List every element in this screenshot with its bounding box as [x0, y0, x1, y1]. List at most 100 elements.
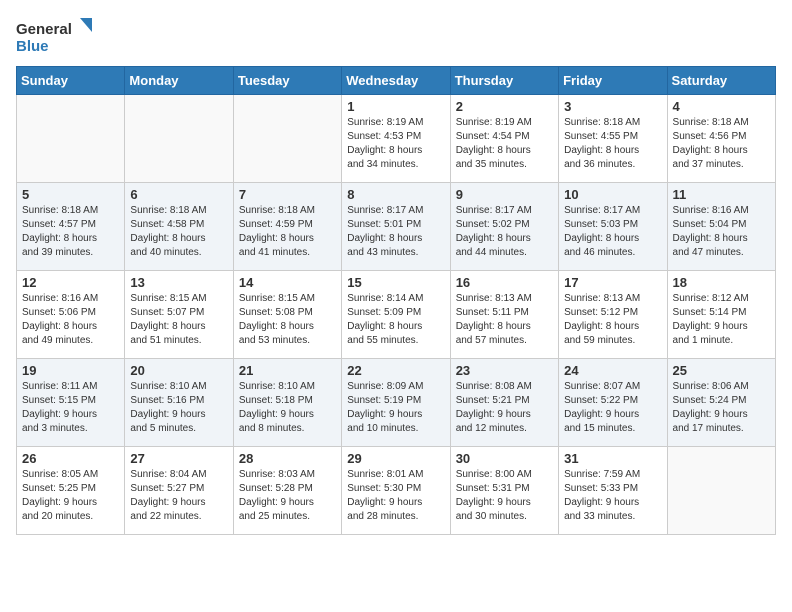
calendar-week-row: 26 Sunrise: 8:05 AM Sunset: 5:25 PM Dayli…	[17, 447, 776, 535]
calendar-cell	[125, 95, 233, 183]
day-number: 21	[239, 363, 336, 378]
calendar-cell: 5 Sunrise: 8:18 AM Sunset: 4:57 PM Daylig…	[17, 183, 125, 271]
day-number: 30	[456, 451, 553, 466]
weekday-header-friday: Friday	[559, 67, 667, 95]
day-info: Sunrise: 8:15 AM Sunset: 5:08 PM Dayligh…	[239, 292, 336, 348]
calendar-cell: 15 Sunrise: 8:14 AM Sunset: 5:09 PM Dayli…	[342, 271, 450, 359]
day-info: Sunrise: 8:18 AM Sunset: 4:57 PM Dayligh…	[22, 204, 119, 260]
calendar-cell: 13Sunrise: 8:15 AM Sunset: 5:07 PM Dayli…	[125, 271, 233, 359]
calendar-cell: 29 Sunrise: 8:01 AM Sunset: 5:30 PM Dayli…	[342, 447, 450, 535]
day-number: 25	[673, 363, 770, 378]
calendar-cell: 1Sunrise: 8:19 AM Sunset: 4:53 PM Daylig…	[342, 95, 450, 183]
day-info: Sunrise: 8:04 AM Sunset: 5:27 PM Dayligh…	[130, 468, 227, 524]
page-header: GeneralBlue	[16, 16, 776, 56]
calendar-week-row: 19 Sunrise: 8:11 AM Sunset: 5:15 PM Dayli…	[17, 359, 776, 447]
day-info: Sunrise: 8:06 AM Sunset: 5:24 PM Dayligh…	[673, 380, 770, 436]
day-info: Sunrise: 8:17 AM Sunset: 5:03 PM Dayligh…	[564, 204, 661, 260]
calendar-cell: 8 Sunrise: 8:17 AM Sunset: 5:01 PM Daylig…	[342, 183, 450, 271]
day-number: 11	[673, 187, 770, 202]
day-number: 9	[456, 187, 553, 202]
calendar-cell: 25 Sunrise: 8:06 AM Sunset: 5:24 PM Dayli…	[667, 359, 775, 447]
day-number: 3	[564, 99, 661, 114]
day-number: 26	[22, 451, 119, 466]
calendar-week-row: 12 Sunrise: 8:16 AM Sunset: 5:06 PM Dayli…	[17, 271, 776, 359]
day-info: Sunrise: 8:12 AM Sunset: 5:14 PM Dayligh…	[673, 292, 770, 348]
calendar-cell: 20Sunrise: 8:10 AM Sunset: 5:16 PM Dayli…	[125, 359, 233, 447]
calendar-cell: 4 Sunrise: 8:18 AM Sunset: 4:56 PM Daylig…	[667, 95, 775, 183]
calendar-cell: 11 Sunrise: 8:16 AM Sunset: 5:04 PM Dayli…	[667, 183, 775, 271]
weekday-header-row: SundayMondayTuesdayWednesdayThursdayFrid…	[17, 67, 776, 95]
calendar-cell: 2Sunrise: 8:19 AM Sunset: 4:54 PM Daylig…	[450, 95, 558, 183]
day-number: 27	[130, 451, 227, 466]
day-number: 17	[564, 275, 661, 290]
day-info: Sunrise: 7:59 AM Sunset: 5:33 PM Dayligh…	[564, 468, 661, 524]
calendar-cell: 16 Sunrise: 8:13 AM Sunset: 5:11 PM Dayli…	[450, 271, 558, 359]
day-number: 24	[564, 363, 661, 378]
day-info: Sunrise: 8:17 AM Sunset: 5:02 PM Dayligh…	[456, 204, 553, 260]
calendar-cell: 21 Sunrise: 8:10 AM Sunset: 5:18 PM Dayli…	[233, 359, 341, 447]
calendar-cell: 10 Sunrise: 8:17 AM Sunset: 5:03 PM Dayli…	[559, 183, 667, 271]
calendar-cell: 19 Sunrise: 8:11 AM Sunset: 5:15 PM Dayli…	[17, 359, 125, 447]
day-info: Sunrise: 8:13 AM Sunset: 5:12 PM Dayligh…	[564, 292, 661, 348]
day-info: Sunrise: 8:15 AM Sunset: 5:07 PM Dayligh…	[130, 292, 227, 348]
day-info: Sunrise: 8:18 AM Sunset: 4:55 PM Dayligh…	[564, 116, 661, 172]
day-info: Sunrise: 8:18 AM Sunset: 4:58 PM Dayligh…	[130, 204, 227, 260]
calendar-cell	[667, 447, 775, 535]
day-number: 8	[347, 187, 444, 202]
weekday-header-wednesday: Wednesday	[342, 67, 450, 95]
calendar-cell: 12 Sunrise: 8:16 AM Sunset: 5:06 PM Dayli…	[17, 271, 125, 359]
day-number: 22	[347, 363, 444, 378]
svg-text:General: General	[16, 21, 72, 38]
day-number: 7	[239, 187, 336, 202]
day-number: 15	[347, 275, 444, 290]
day-info: Sunrise: 8:18 AM Sunset: 4:56 PM Dayligh…	[673, 116, 770, 172]
weekday-header-saturday: Saturday	[667, 67, 775, 95]
day-info: Sunrise: 8:03 AM Sunset: 5:28 PM Dayligh…	[239, 468, 336, 524]
calendar-cell: 22 Sunrise: 8:09 AM Sunset: 5:19 PM Dayli…	[342, 359, 450, 447]
day-info: Sunrise: 8:01 AM Sunset: 5:30 PM Dayligh…	[347, 468, 444, 524]
calendar-cell: 3 Sunrise: 8:18 AM Sunset: 4:55 PM Daylig…	[559, 95, 667, 183]
day-number: 31	[564, 451, 661, 466]
day-info: Sunrise: 8:11 AM Sunset: 5:15 PM Dayligh…	[22, 380, 119, 436]
day-info: Sunrise: 8:13 AM Sunset: 5:11 PM Dayligh…	[456, 292, 553, 348]
logo: GeneralBlue	[16, 16, 96, 56]
day-number: 28	[239, 451, 336, 466]
calendar-cell: 24Sunrise: 8:07 AM Sunset: 5:22 PM Dayli…	[559, 359, 667, 447]
weekday-header-monday: Monday	[125, 67, 233, 95]
day-info: Sunrise: 8:18 AM Sunset: 4:59 PM Dayligh…	[239, 204, 336, 260]
day-info: Sunrise: 8:09 AM Sunset: 5:19 PM Dayligh…	[347, 380, 444, 436]
calendar-cell: 7 Sunrise: 8:18 AM Sunset: 4:59 PM Daylig…	[233, 183, 341, 271]
calendar-cell: 17 Sunrise: 8:13 AM Sunset: 5:12 PM Dayli…	[559, 271, 667, 359]
calendar-cell	[17, 95, 125, 183]
day-number: 5	[22, 187, 119, 202]
day-info: Sunrise: 8:08 AM Sunset: 5:21 PM Dayligh…	[456, 380, 553, 436]
day-number: 12	[22, 275, 119, 290]
day-info: Sunrise: 8:05 AM Sunset: 5:25 PM Dayligh…	[22, 468, 119, 524]
calendar-week-row: 1Sunrise: 8:19 AM Sunset: 4:53 PM Daylig…	[17, 95, 776, 183]
day-number: 16	[456, 275, 553, 290]
day-number: 6	[130, 187, 227, 202]
day-info: Sunrise: 8:17 AM Sunset: 5:01 PM Dayligh…	[347, 204, 444, 260]
day-info: Sunrise: 8:10 AM Sunset: 5:18 PM Dayligh…	[239, 380, 336, 436]
day-info: Sunrise: 8:19 AM Sunset: 4:53 PM Dayligh…	[347, 116, 444, 172]
day-number: 2	[456, 99, 553, 114]
calendar-cell: 6 Sunrise: 8:18 AM Sunset: 4:58 PM Daylig…	[125, 183, 233, 271]
calendar-cell: 23Sunrise: 8:08 AM Sunset: 5:21 PM Dayli…	[450, 359, 558, 447]
day-info: Sunrise: 8:10 AM Sunset: 5:16 PM Dayligh…	[130, 380, 227, 436]
day-number: 29	[347, 451, 444, 466]
logo-icon: GeneralBlue	[16, 16, 96, 56]
weekday-header-tuesday: Tuesday	[233, 67, 341, 95]
calendar-week-row: 5 Sunrise: 8:18 AM Sunset: 4:57 PM Daylig…	[17, 183, 776, 271]
day-info: Sunrise: 8:14 AM Sunset: 5:09 PM Dayligh…	[347, 292, 444, 348]
day-info: Sunrise: 8:16 AM Sunset: 5:04 PM Dayligh…	[673, 204, 770, 260]
day-info: Sunrise: 8:16 AM Sunset: 5:06 PM Dayligh…	[22, 292, 119, 348]
calendar-cell: 30 Sunrise: 8:00 AM Sunset: 5:31 PM Dayli…	[450, 447, 558, 535]
day-number: 4	[673, 99, 770, 114]
day-info: Sunrise: 8:00 AM Sunset: 5:31 PM Dayligh…	[456, 468, 553, 524]
weekday-header-thursday: Thursday	[450, 67, 558, 95]
day-number: 19	[22, 363, 119, 378]
calendar-cell: 31 Sunrise: 7:59 AM Sunset: 5:33 PM Dayli…	[559, 447, 667, 535]
calendar-cell: 14Sunrise: 8:15 AM Sunset: 5:08 PM Dayli…	[233, 271, 341, 359]
day-number: 10	[564, 187, 661, 202]
calendar-cell: 27 Sunrise: 8:04 AM Sunset: 5:27 PM Dayli…	[125, 447, 233, 535]
